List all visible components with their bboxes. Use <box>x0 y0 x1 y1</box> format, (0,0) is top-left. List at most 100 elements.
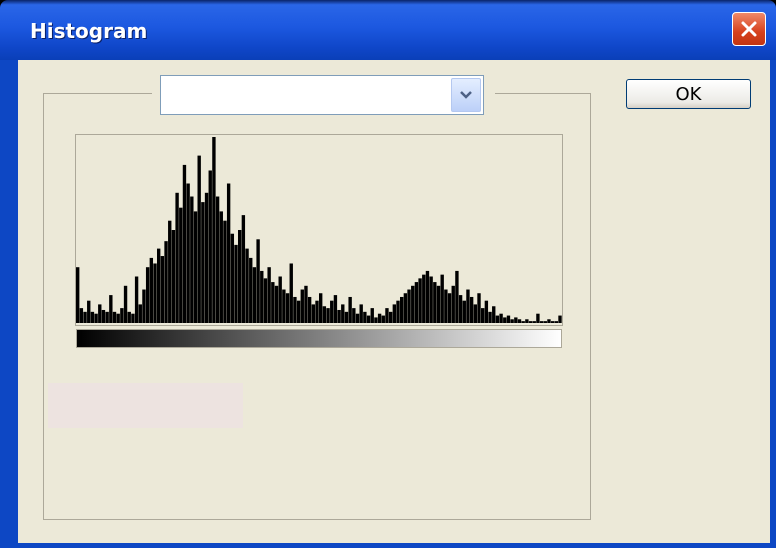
histogram-bar <box>558 315 562 323</box>
histogram-bar <box>186 183 190 323</box>
histogram-bar <box>319 293 323 323</box>
histogram-bar <box>484 300 489 323</box>
histogram-bar <box>536 313 540 323</box>
histogram-bar <box>547 319 551 323</box>
histogram-bar <box>315 300 319 323</box>
intensity-gradient-bar <box>76 329 562 348</box>
histogram-bar <box>400 296 404 323</box>
close-button[interactable] <box>732 12 766 46</box>
histogram-bar <box>230 233 235 323</box>
histogram-bar <box>263 278 268 323</box>
histogram-bar <box>363 311 367 323</box>
histogram-bar <box>98 304 102 323</box>
histogram-bar <box>131 313 135 323</box>
histogram-bar <box>87 300 91 323</box>
histogram-bar <box>422 274 426 323</box>
histogram-bar <box>499 313 503 323</box>
histogram-bar <box>226 183 231 323</box>
histogram-bar <box>267 267 271 323</box>
histogram-bar <box>462 300 466 323</box>
histogram-bar <box>300 289 304 323</box>
histogram-bar <box>392 304 397 323</box>
histogram-bar <box>260 270 264 323</box>
histogram-bar <box>348 296 352 323</box>
histogram-bar <box>252 267 257 323</box>
histogram-bar <box>407 289 411 323</box>
histogram-bar <box>145 267 150 323</box>
histogram-bar <box>510 319 514 323</box>
histogram-bar <box>76 267 80 323</box>
histogram-bar <box>109 295 113 323</box>
histogram-bar <box>550 321 555 323</box>
histogram-bar <box>429 276 433 323</box>
histogram-bar <box>326 308 330 323</box>
window-border-bottom <box>0 543 776 548</box>
histogram-bar <box>311 304 316 323</box>
histogram-bar <box>249 257 253 323</box>
channel-select-dropdown-button[interactable] <box>451 78 481 112</box>
histogram-bar <box>473 304 478 323</box>
histogram-bar <box>330 300 334 323</box>
histogram-bar <box>234 244 238 323</box>
histogram-bar <box>138 304 142 323</box>
histogram-bar <box>517 319 522 323</box>
histogram-bar <box>90 311 95 323</box>
histogram-window: Histogram OK <box>0 0 776 548</box>
histogram-bar <box>440 274 444 323</box>
histogram-bar <box>168 220 172 323</box>
histogram-bar <box>532 321 536 323</box>
histogram-bar <box>238 230 242 323</box>
histogram-bar <box>455 270 459 323</box>
histogram-bar <box>282 289 286 323</box>
channel-select[interactable] <box>160 75 484 115</box>
histogram-bar <box>554 321 559 323</box>
histogram-bar <box>355 313 360 323</box>
histogram-bar <box>179 207 183 323</box>
histogram-bar <box>381 315 385 323</box>
histogram-bar <box>285 293 290 323</box>
histogram-bar <box>112 311 117 323</box>
histogram-info-panel <box>48 383 243 428</box>
histogram-bar <box>175 192 179 323</box>
histogram-bar <box>359 304 363 323</box>
histogram-bar <box>344 311 349 323</box>
window-title: Histogram <box>30 19 148 43</box>
histogram-bar <box>79 308 84 323</box>
histogram-bar <box>352 308 356 323</box>
histogram-bar <box>451 285 455 323</box>
histogram-bar <box>414 282 419 323</box>
histogram-bar <box>307 296 312 323</box>
histogram-bar <box>293 296 297 323</box>
ok-button[interactable]: OK <box>626 79 751 109</box>
window-border-left <box>0 60 18 548</box>
histogram-bar <box>477 293 481 323</box>
histogram-bar <box>171 230 176 323</box>
histogram-bar <box>142 289 146 323</box>
histogram-bar <box>525 319 529 323</box>
histogram-bar <box>492 306 496 323</box>
histogram-bar <box>256 239 260 323</box>
title-bar[interactable]: Histogram <box>0 0 776 60</box>
histogram-bar <box>333 295 338 323</box>
histogram-bar <box>149 257 154 323</box>
histogram-bar <box>120 308 124 323</box>
histogram-bar <box>223 220 227 323</box>
histogram-bar <box>322 306 327 323</box>
histogram-bar <box>157 248 161 323</box>
histogram-bar <box>495 315 500 323</box>
histogram-bar <box>481 308 485 323</box>
histogram-bar <box>488 311 492 323</box>
histogram-bar <box>208 170 212 323</box>
histogram-bar <box>539 321 544 323</box>
histogram-bar <box>396 300 400 323</box>
histogram-bar <box>215 196 220 323</box>
histogram-bar <box>201 202 205 323</box>
histogram-bar <box>514 317 518 323</box>
histogram-bar <box>425 270 430 323</box>
histogram-bar <box>385 308 389 323</box>
histogram-bar <box>337 309 341 323</box>
histogram-bar <box>528 321 533 323</box>
histogram-chart <box>76 137 562 323</box>
histogram-bar <box>304 285 308 323</box>
histogram-bar <box>289 263 293 323</box>
